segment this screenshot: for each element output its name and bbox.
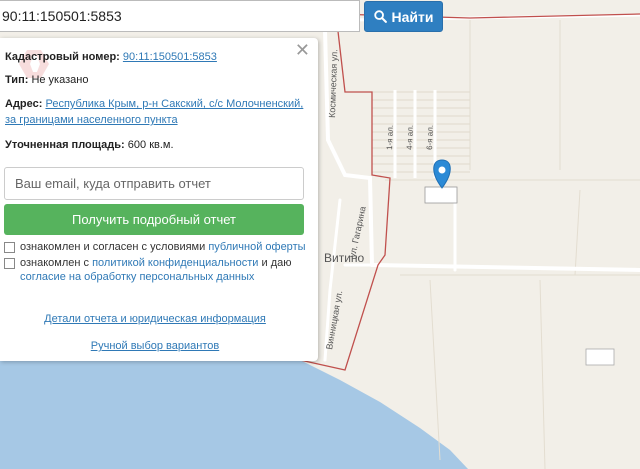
close-icon[interactable]: ✕ — [295, 41, 310, 59]
area-row: Уточненная площадь: 600 кв.м. — [5, 137, 174, 153]
consent-privacy-text: ознакомлен с политикой конфиденциальност… — [20, 256, 304, 284]
cadastral-number-link[interactable]: 90:11:150501:5853 — [123, 51, 217, 63]
address-link-line1[interactable]: Республика Крым, р-н Сакский, с/с Молочн… — [45, 98, 303, 110]
street-label-6ya: 6-я ал. — [425, 125, 435, 150]
search-icon — [373, 10, 387, 23]
email-field[interactable] — [4, 167, 304, 200]
area-value: 600 кв.м. — [127, 139, 174, 151]
selected-parcel[interactable] — [424, 186, 458, 204]
street-label-1ya: 1-я ал. — [385, 125, 395, 150]
street-label-4ya: 4-я ал. — [405, 125, 415, 150]
consent-privacy-row: ознакомлен с политикой конфиденциальност… — [4, 256, 304, 284]
consent-offer-label: ознакомлен и согласен с условиями — [20, 241, 206, 253]
cadastral-label: Кадастровый номер: — [5, 51, 120, 63]
consent-privacy-label: ознакомлен с — [20, 257, 90, 269]
address-row: Адрес: Республика Крым, р-н Сакский, с/с… — [5, 96, 303, 128]
type-value: Не указано — [31, 74, 89, 86]
public-offer-link[interactable]: публичной оферты — [208, 241, 305, 253]
parcel-placeholder-icon — [585, 348, 615, 366]
consent-offer-text: ознакомлен и согласен с условиями публич… — [20, 240, 306, 254]
consent-offer-row: ознакомлен и согласен с условиями публич… — [4, 240, 306, 254]
village-label: Витино — [324, 251, 365, 265]
manual-link-row: Ручной выбор вариантов — [0, 340, 310, 352]
privacy-policy-link[interactable]: политикой конфиденциальности — [92, 257, 258, 269]
personal-data-consent-link[interactable]: согласие на обработку персональных данны… — [20, 271, 254, 283]
get-report-button[interactable]: Получить подробный отчет — [4, 204, 304, 235]
address-label: Адрес: — [5, 98, 43, 110]
consent-offer-checkbox[interactable] — [4, 242, 15, 253]
consent-privacy-checkbox[interactable] — [4, 258, 15, 269]
cadastral-row: Кадастровый номер: 90:11:150501:5853 — [5, 49, 217, 65]
address-link-line2[interactable]: за границами населенного пункта — [5, 114, 178, 126]
search-button[interactable]: Найти — [364, 1, 443, 32]
report-details-link[interactable]: Детали отчета и юридическая информация — [44, 313, 266, 325]
search-input[interactable] — [0, 0, 360, 32]
manual-selection-link[interactable]: Ручной выбор вариантов — [91, 340, 219, 352]
area-label: Уточненная площадь: — [5, 139, 125, 151]
consent-privacy-mid: и даю — [261, 257, 292, 269]
type-row: Тип: Не указано — [5, 72, 88, 88]
search-button-label: Найти — [391, 8, 434, 25]
details-link-row: Детали отчета и юридическая информация — [0, 313, 310, 325]
info-panel: ✕ Кадастровый номер: 90:11:150501:5853 Т… — [0, 38, 318, 361]
type-label: Тип: — [5, 74, 29, 86]
